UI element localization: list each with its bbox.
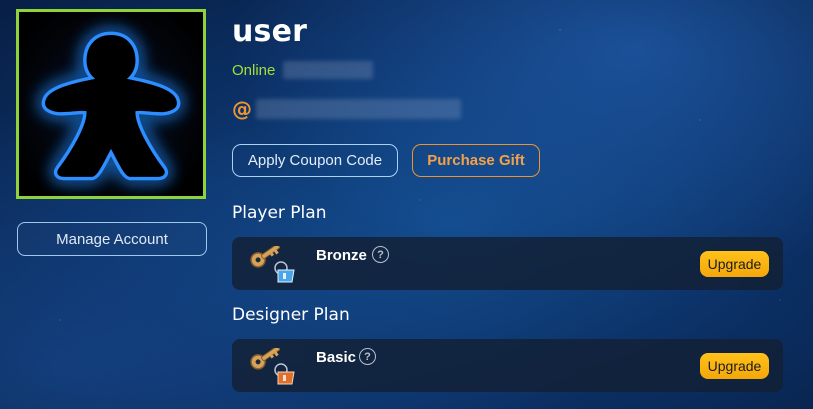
player-plan-help-icon[interactable]: ? [372, 246, 389, 263]
online-status: Online [232, 61, 276, 79]
designer-plan-upgrade-button[interactable]: Upgrade [700, 353, 769, 379]
meeple-icon [19, 12, 203, 196]
basic-keys-icon [250, 348, 295, 385]
player-plan-card: Bronze ? Upgrade [232, 237, 783, 290]
player-plan-tier: Bronze [316, 247, 367, 264]
bronze-keys-icon [250, 246, 295, 283]
handle-row: @ [232, 97, 461, 121]
status-row: Online [232, 61, 374, 79]
player-plan-upgrade-button[interactable]: Upgrade [700, 251, 769, 277]
player-plan-title: Player Plan [232, 203, 327, 223]
at-sign-icon: @ [232, 97, 252, 121]
designer-plan-title: Designer Plan [232, 305, 350, 325]
redacted-status-detail [283, 61, 374, 79]
redacted-handle [256, 99, 461, 119]
designer-plan-tier: Basic [316, 349, 357, 366]
designer-plan-card: Basic ? Upgrade [232, 339, 783, 392]
apply-coupon-button[interactable]: Apply Coupon Code [232, 144, 398, 177]
username: user [232, 14, 308, 49]
purchase-gift-button[interactable]: Purchase Gift [412, 144, 540, 177]
manage-account-button[interactable]: Manage Account [17, 222, 207, 256]
designer-plan-help-icon[interactable]: ? [359, 348, 376, 365]
avatar[interactable] [16, 9, 206, 199]
profile-actions: Apply Coupon Code Purchase Gift [232, 144, 540, 177]
